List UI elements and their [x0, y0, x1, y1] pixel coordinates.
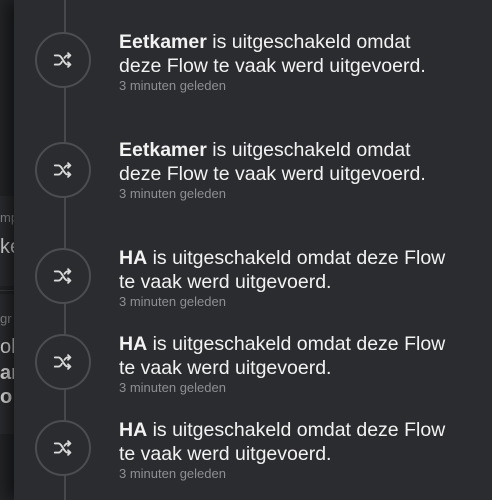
- shuffle-icon: [35, 420, 91, 476]
- notification-subject: HA: [119, 419, 148, 441]
- notification-message: is uitgeschakeld omdat deze Flow te vaak…: [119, 419, 446, 465]
- notification-time: 3 minuten geleden: [119, 78, 226, 93]
- notification-subject: Eetkamer: [119, 31, 207, 53]
- notification-text: HA is uitgeschakeld omdat deze Flow te v…: [119, 332, 449, 396]
- notification-time: 3 minuten geleden: [119, 186, 226, 201]
- background-text-fragment: oh: [0, 336, 14, 358]
- shuffle-icon: [35, 248, 91, 304]
- notification-text: Eetkamer is uitgeschakeld omdat deze Flo…: [119, 138, 449, 202]
- background-divider: [0, 290, 14, 291]
- screen: mp ke gr oh ar o Eetkamer is uitgeschake…: [0, 0, 492, 500]
- background-text-fragment: o: [0, 386, 13, 408]
- notification-message: is uitgeschakeld omdat deze Flow te vaak…: [119, 333, 446, 379]
- notification-message: is uitgeschakeld omdat deze Flow te vaak…: [119, 247, 446, 293]
- background-text-fragment: gr: [0, 311, 12, 326]
- notification-time: 3 minuten geleden: [119, 294, 226, 309]
- notification-text: HA is uitgeschakeld omdat deze Flow te v…: [119, 246, 449, 310]
- notification-subject: HA: [119, 247, 148, 269]
- notification-time: 3 minuten geleden: [119, 380, 226, 395]
- background-text-fragment: ar: [0, 362, 14, 384]
- background-text-fragment: mp: [0, 210, 14, 225]
- background-app: mp ke gr oh ar o: [0, 0, 14, 500]
- notification-subject: HA: [119, 333, 148, 355]
- notification-subject: Eetkamer: [119, 139, 207, 161]
- shuffle-icon: [35, 334, 91, 390]
- shuffle-icon: [35, 32, 91, 88]
- shuffle-icon: [35, 142, 91, 198]
- notification-text: HA is uitgeschakeld omdat deze Flow te v…: [119, 418, 449, 482]
- notification-time: 3 minuten geleden: [119, 466, 226, 481]
- notifications-panel[interactable]: Eetkamer is uitgeschakeld omdat deze Flo…: [14, 0, 492, 500]
- background-text-fragment: ke: [0, 236, 14, 258]
- notification-text: Eetkamer is uitgeschakeld omdat deze Flo…: [119, 30, 449, 94]
